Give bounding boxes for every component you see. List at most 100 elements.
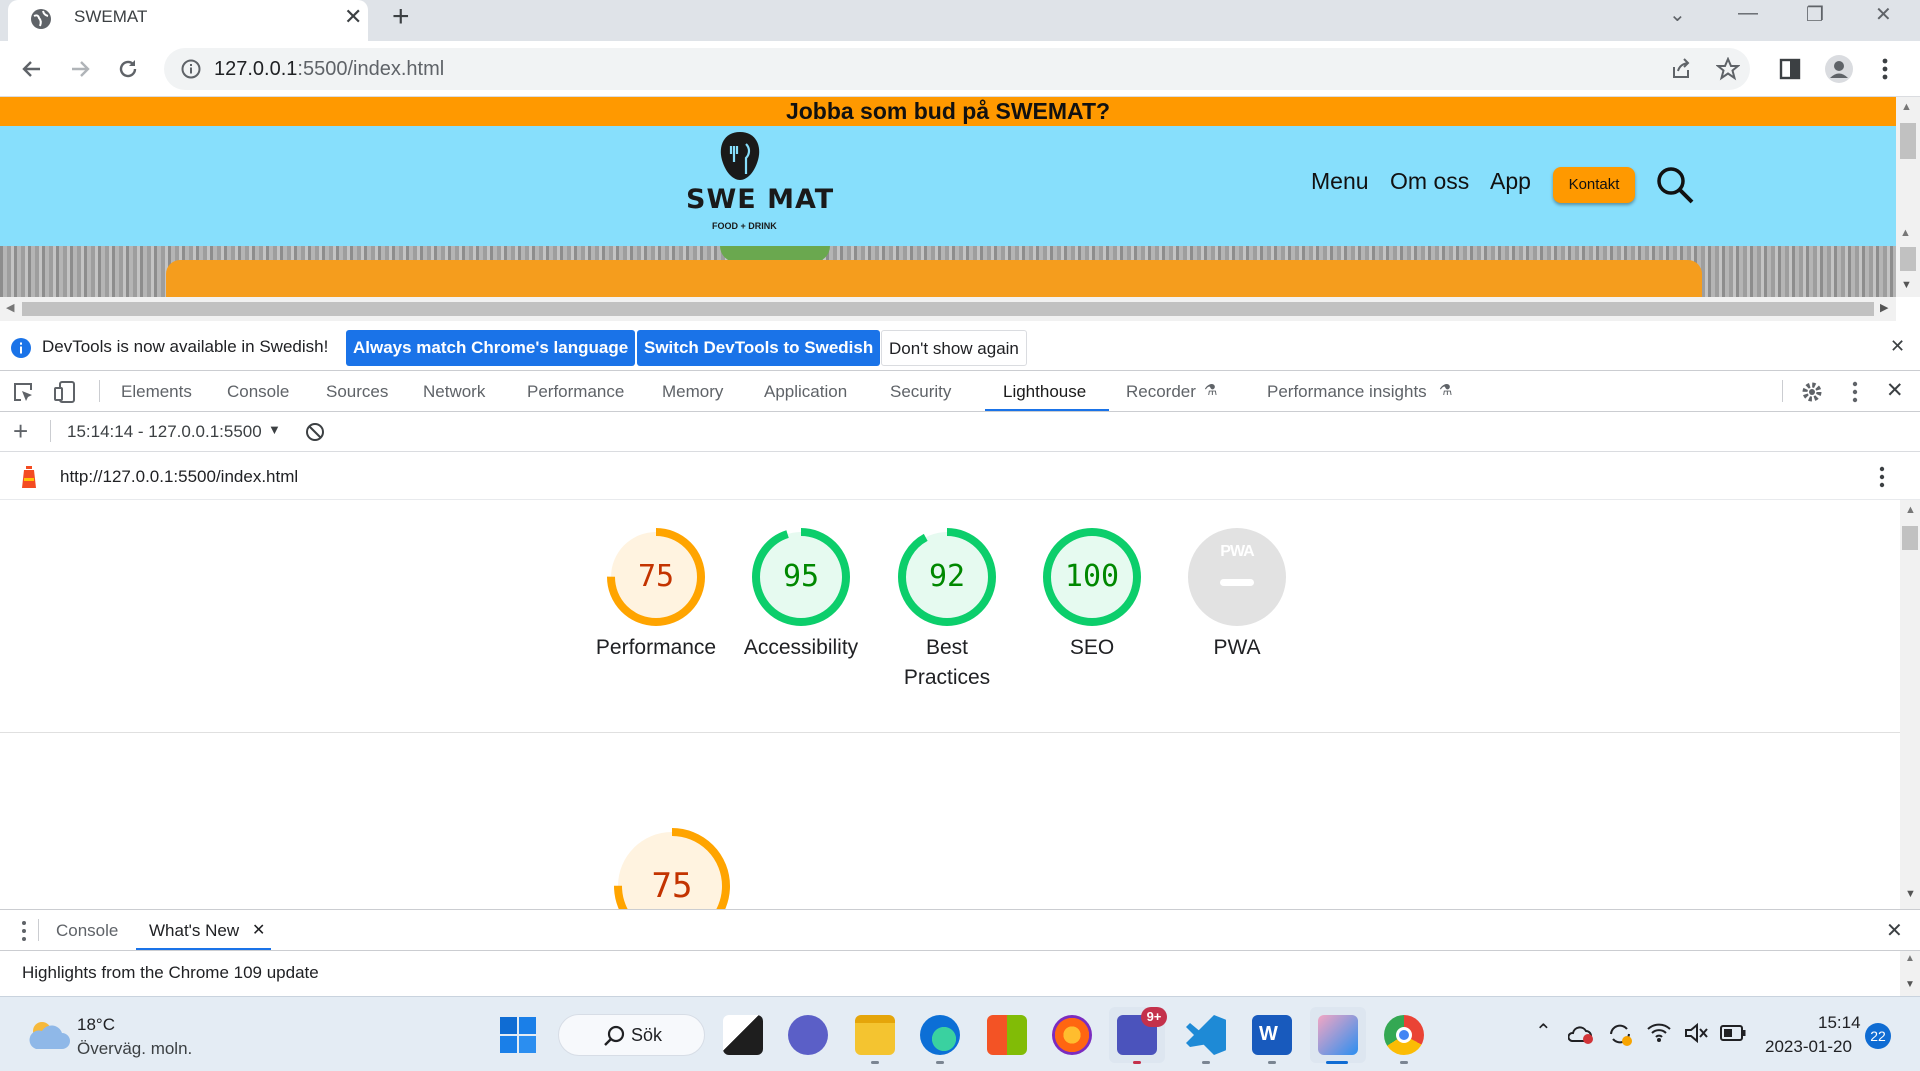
volume-muted-icon[interactable] bbox=[1683, 1022, 1709, 1044]
drawer-active-underline bbox=[136, 948, 271, 950]
report-selector[interactable]: 15:14:14 - 127.0.0.1:5500 bbox=[67, 422, 262, 442]
nav-app[interactable]: App bbox=[1490, 168, 1531, 195]
firefox-icon[interactable] bbox=[1052, 1015, 1092, 1055]
back-arrow-icon[interactable] bbox=[20, 57, 44, 81]
page-scroll-thumb-2[interactable] bbox=[1900, 247, 1916, 271]
teams-chat-icon[interactable] bbox=[788, 1015, 828, 1055]
page-horizontal-scrollbar[interactable]: ◀ ▶ bbox=[0, 297, 1896, 321]
infobar-close-icon[interactable]: ✕ bbox=[1890, 336, 1905, 357]
dont-show-again-button[interactable]: Don't show again bbox=[881, 330, 1027, 366]
chrome-menu-icon[interactable] bbox=[1881, 57, 1889, 81]
info-circle-icon[interactable] bbox=[181, 59, 201, 79]
tab-memory[interactable]: Memory bbox=[662, 382, 723, 402]
bookmark-star-icon[interactable] bbox=[1716, 57, 1740, 81]
reload-icon[interactable] bbox=[116, 57, 140, 81]
drawer-tab-console[interactable]: Console bbox=[56, 921, 118, 941]
gauge-pwa[interactable]: PWA PWA bbox=[1172, 527, 1302, 663]
windows-start-icon[interactable] bbox=[500, 1017, 536, 1053]
tab-elements[interactable]: Elements bbox=[121, 382, 192, 402]
restore-button[interactable]: ❐ bbox=[1806, 2, 1824, 27]
report-divider bbox=[0, 732, 1900, 733]
tab-search-icon[interactable]: ⌄ bbox=[1669, 2, 1686, 27]
url-host: 127.0.0.1 bbox=[214, 58, 298, 80]
browser-tab[interactable]: SWEMAT ✕ bbox=[8, 0, 368, 41]
report-scrollbar[interactable]: ▲ ▼ bbox=[1900, 500, 1920, 909]
side-panel-icon[interactable] bbox=[1779, 58, 1801, 80]
tab-application[interactable]: Application bbox=[764, 382, 847, 402]
nav-om-oss[interactable]: Om oss bbox=[1390, 168, 1469, 195]
gauge-accessibility[interactable]: 95 Accessibility bbox=[736, 527, 866, 663]
edge-browser-icon[interactable] bbox=[920, 1015, 960, 1055]
weather-cloud-icon[interactable] bbox=[26, 1017, 70, 1053]
lighthouse-report-toolbar: + 15:14:14 - 127.0.0.1:5500 ▼ bbox=[0, 412, 1920, 452]
tab-close-icon[interactable]: ✕ bbox=[344, 4, 362, 30]
file-explorer-icon[interactable] bbox=[855, 1015, 895, 1055]
gauge-performance[interactable]: 75 Performance bbox=[591, 527, 721, 663]
devtools-menu-icon[interactable] bbox=[1851, 380, 1859, 404]
close-drawer-icon[interactable]: ✕ bbox=[1886, 918, 1903, 943]
address-bar[interactable]: 127.0.0.1:5500/index.html bbox=[164, 48, 1750, 90]
battery-icon[interactable] bbox=[1720, 1025, 1746, 1041]
close-whats-new-icon[interactable]: ✕ bbox=[252, 920, 265, 940]
report-menu-icon[interactable] bbox=[1878, 465, 1886, 489]
search-icon[interactable] bbox=[1656, 166, 1694, 204]
devtools-language-infobar: DevTools is now available in Swedish! Al… bbox=[0, 325, 1920, 371]
logo-text: SWE MAT bbox=[686, 184, 835, 215]
report-scroll-thumb[interactable] bbox=[1902, 526, 1918, 550]
gauge-best-practices[interactable]: 92 Best Practices bbox=[882, 527, 1012, 693]
microsoft-store-icon[interactable] bbox=[987, 1015, 1027, 1055]
report-dropdown-icon[interactable]: ▼ bbox=[268, 422, 281, 437]
close-devtools-icon[interactable]: ✕ bbox=[1886, 378, 1904, 403]
clock-time[interactable]: 15:14 bbox=[1818, 1013, 1861, 1033]
forward-arrow-icon[interactable] bbox=[68, 57, 92, 81]
drawer-menu-icon[interactable] bbox=[21, 920, 27, 942]
close-window-button[interactable]: ✕ bbox=[1875, 2, 1892, 27]
gauge-score: 75 bbox=[637, 559, 675, 594]
new-tab-button[interactable]: + bbox=[392, 0, 410, 34]
vscode-icon[interactable] bbox=[1186, 1015, 1226, 1055]
hero-orange-card bbox=[166, 260, 1702, 297]
page-vertical-scrollbar[interactable]: ▲ ▲ ▼ bbox=[1896, 97, 1920, 297]
tab-security[interactable]: Security bbox=[890, 382, 951, 402]
weather-temp[interactable]: 18°C bbox=[77, 1015, 115, 1035]
drawer-tab-whats-new[interactable]: What's New bbox=[149, 921, 239, 941]
minimize-button[interactable]: — bbox=[1738, 2, 1758, 25]
device-toolbar-icon[interactable] bbox=[53, 380, 77, 404]
tab-lighthouse[interactable]: Lighthouse bbox=[1003, 382, 1086, 402]
tab-sources[interactable]: Sources bbox=[326, 382, 388, 402]
profile-avatar-icon[interactable] bbox=[1824, 54, 1854, 84]
nav-menu[interactable]: Menu bbox=[1311, 168, 1369, 195]
kontakt-button[interactable]: Kontakt bbox=[1553, 167, 1635, 203]
switch-to-swedish-button[interactable]: Switch DevTools to Swedish bbox=[637, 330, 881, 366]
drawer-scrollbar[interactable]: ▲ ▼ bbox=[1900, 951, 1920, 996]
onedrive-error-icon[interactable] bbox=[1568, 1023, 1594, 1045]
gauge-score: 100 bbox=[1064, 559, 1120, 594]
page-scroll-thumb[interactable] bbox=[1900, 123, 1916, 159]
show-hidden-icons-icon[interactable]: ⌃ bbox=[1535, 1019, 1552, 1044]
tab-performance[interactable]: Performance bbox=[527, 382, 624, 402]
swemat-logo-icon[interactable] bbox=[712, 128, 768, 184]
job-banner[interactable]: Jobba som bud på SWEMAT? bbox=[0, 97, 1896, 126]
tab-performance-insights[interactable]: Performance insights bbox=[1267, 382, 1427, 402]
share-icon[interactable] bbox=[1670, 58, 1692, 80]
taskbar-search-box[interactable]: Sök bbox=[558, 1014, 705, 1056]
tab-network[interactable]: Network bbox=[423, 382, 485, 402]
weather-desc[interactable]: Överväg. moln. bbox=[77, 1039, 192, 1059]
detail-performance-gauge[interactable]: 75 bbox=[612, 826, 732, 909]
always-match-language-button[interactable]: Always match Chrome's language bbox=[346, 330, 636, 366]
clear-reports-icon[interactable] bbox=[305, 422, 325, 442]
page-hscroll-thumb[interactable] bbox=[22, 302, 1874, 316]
new-report-icon[interactable]: + bbox=[13, 416, 28, 447]
task-view-icon[interactable] bbox=[723, 1015, 763, 1055]
gauge-seo[interactable]: 100 SEO bbox=[1027, 527, 1157, 663]
report-url[interactable]: http://127.0.0.1:5500/index.html bbox=[60, 467, 298, 487]
tab-console[interactable]: Console bbox=[227, 382, 289, 402]
sync-icon[interactable] bbox=[1607, 1021, 1633, 1047]
wifi-icon[interactable] bbox=[1646, 1021, 1672, 1043]
clock-date[interactable]: 2023-01-20 bbox=[1765, 1037, 1852, 1057]
tab-recorder[interactable]: Recorder bbox=[1126, 382, 1196, 402]
inspect-element-icon[interactable] bbox=[12, 381, 34, 403]
snipping-tool-icon[interactable] bbox=[1318, 1015, 1358, 1055]
notification-count-badge[interactable]: 22 bbox=[1865, 1023, 1891, 1049]
settings-gear-icon[interactable] bbox=[1800, 380, 1824, 404]
